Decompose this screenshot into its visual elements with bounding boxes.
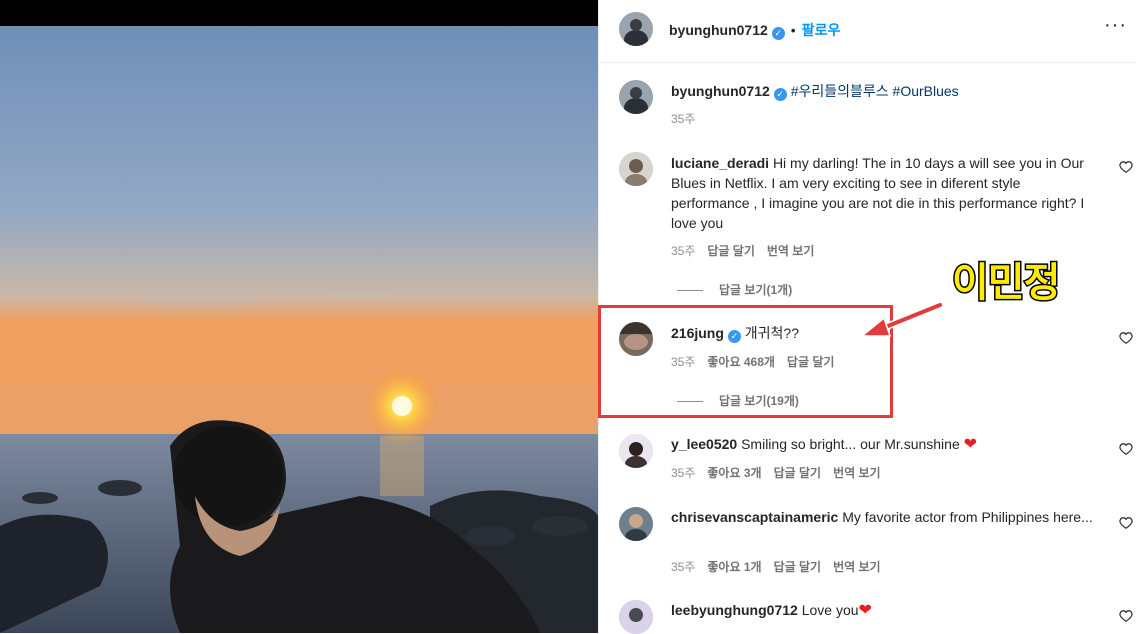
reply-button[interactable]: 답글 달기 bbox=[707, 244, 755, 258]
red-heart-emoji-icon: ❤ bbox=[858, 602, 872, 619]
like-heart-icon[interactable] bbox=[1119, 516, 1133, 530]
view-replies-label: 답글 보기(1개) bbox=[719, 283, 793, 297]
header-user: byunghun0712 ✓ • 팔로우 bbox=[669, 20, 840, 40]
hashtag-link[interactable]: #우리들의블루스 bbox=[791, 83, 889, 99]
avatar[interactable] bbox=[619, 434, 653, 468]
avatar[interactable] bbox=[619, 80, 653, 114]
view-replies-button[interactable]: 답글 보기(1개) bbox=[677, 281, 792, 298]
reply-button[interactable]: 답글 달기 bbox=[774, 560, 822, 574]
replies-divider bbox=[677, 290, 703, 292]
avatar[interactable] bbox=[619, 12, 653, 46]
like-heart-icon[interactable] bbox=[1119, 160, 1133, 174]
translate-button[interactable]: 번역 보기 bbox=[833, 560, 881, 574]
timestamp[interactable]: 35주 bbox=[671, 560, 695, 574]
reply-button[interactable]: 답글 달기 bbox=[774, 466, 822, 480]
verified-icon: ✓ bbox=[773, 88, 787, 101]
comment-body: Love you bbox=[801, 602, 859, 618]
highlight-box bbox=[598, 305, 893, 418]
post-photo[interactable] bbox=[0, 0, 598, 633]
comment-body: Smiling so bright... our Mr.sunshine bbox=[741, 436, 960, 452]
avatar[interactable] bbox=[619, 600, 653, 634]
separator-dot: • bbox=[790, 22, 796, 38]
sunset-photo-image bbox=[0, 26, 598, 633]
translate-button[interactable]: 번역 보기 bbox=[833, 466, 881, 480]
comment-username[interactable]: y_lee0520 bbox=[671, 436, 737, 452]
photo-top-bar bbox=[0, 0, 598, 26]
comment-text: y_lee0520 Smiling so bright... our Mr.su… bbox=[671, 434, 1101, 455]
likes-count[interactable]: 좋아요 1개 bbox=[707, 560, 761, 574]
avatar[interactable] bbox=[619, 507, 653, 541]
verified-icon: ✓ bbox=[771, 27, 785, 40]
timestamp[interactable]: 35주 bbox=[671, 466, 695, 480]
annotation-label: 이민정 bbox=[950, 259, 1061, 308]
post-caption: byunghun0712 ✓ #우리들의블루스 #OurBlues bbox=[671, 81, 1101, 101]
hashtag-link[interactable]: #OurBlues bbox=[893, 83, 959, 99]
timestamp[interactable]: 35주 bbox=[671, 112, 695, 126]
more-options-icon[interactable]: ··· bbox=[1104, 14, 1127, 37]
comment-body: My favorite actor from Philippines here.… bbox=[842, 509, 1093, 525]
comment-username[interactable]: luciane_deradi bbox=[671, 155, 769, 171]
translate-button[interactable]: 번역 보기 bbox=[767, 244, 815, 258]
header-username[interactable]: byunghun0712 bbox=[669, 22, 768, 38]
caption-username[interactable]: byunghun0712 bbox=[671, 83, 770, 99]
likes-count[interactable]: 좋아요 3개 bbox=[707, 466, 761, 480]
post-header: byunghun0712 ✓ • 팔로우 ··· bbox=[599, 0, 1136, 63]
comment-meta: 35주 좋아요 1개 답글 달기 번역 보기 bbox=[671, 558, 893, 575]
comment-username[interactable]: chrisevanscaptainameric bbox=[671, 509, 838, 525]
red-heart-emoji-icon: ❤ bbox=[963, 436, 978, 453]
comment-text: luciane_deradi Hi my darling! The in 10 … bbox=[671, 153, 1101, 233]
like-heart-icon[interactable] bbox=[1119, 609, 1133, 623]
caption-meta: 35주 bbox=[671, 110, 707, 127]
follow-button[interactable]: 팔로우 bbox=[802, 22, 841, 38]
like-heart-icon[interactable] bbox=[1119, 331, 1133, 345]
comment-meta: 35주 답글 달기 번역 보기 bbox=[671, 242, 826, 259]
comment-text: chrisevanscaptainameric My favorite acto… bbox=[671, 507, 1101, 527]
avatar[interactable] bbox=[619, 152, 653, 186]
comment-username[interactable]: leebyunghung0712 bbox=[671, 602, 798, 618]
comment-meta: 35주 좋아요 3개 답글 달기 번역 보기 bbox=[671, 464, 893, 481]
timestamp[interactable]: 35주 bbox=[671, 244, 695, 258]
comment-text: leebyunghung0712 Love you❤ bbox=[671, 600, 1101, 621]
like-heart-icon[interactable] bbox=[1119, 442, 1133, 456]
